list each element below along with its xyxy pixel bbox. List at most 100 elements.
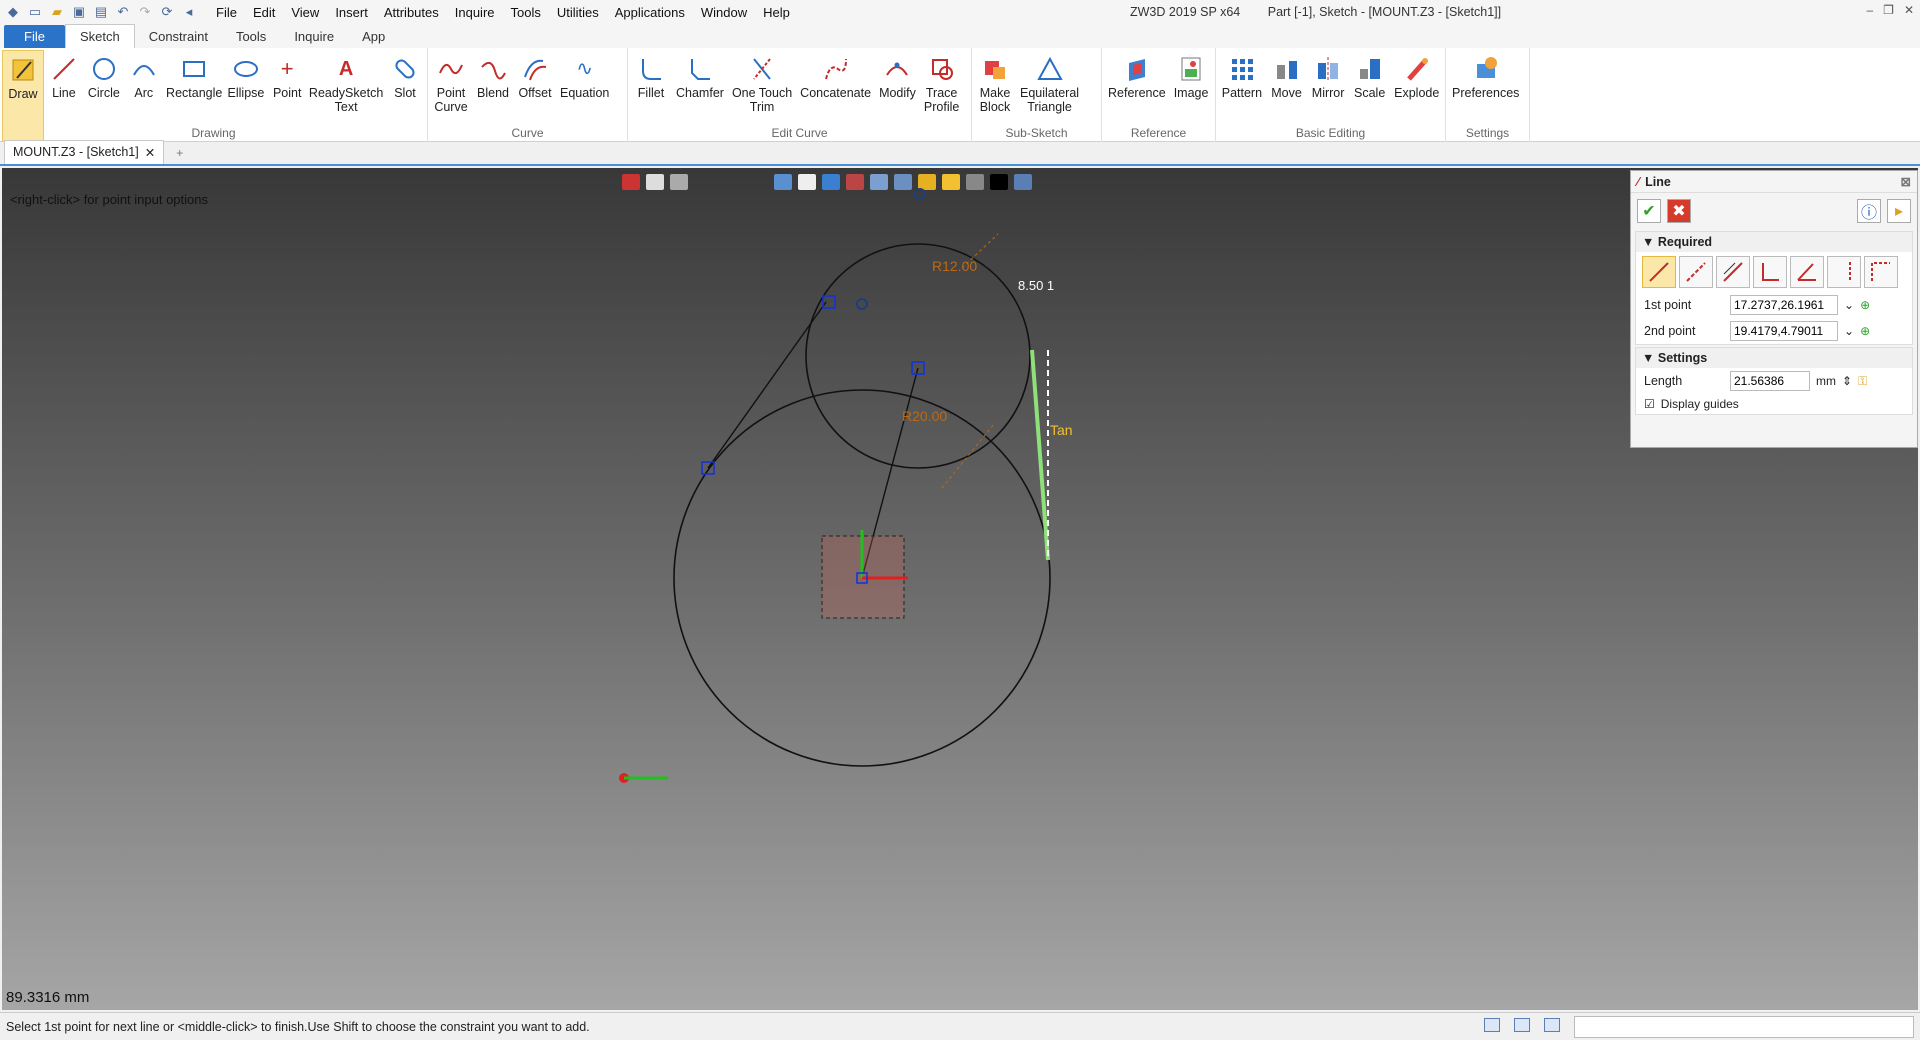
status-message: Select 1st point for next line or <middl… [6,1019,590,1034]
group-label-sub-sketch: Sub-Sketch [1005,126,1068,140]
small-circle[interactable] [805,243,1031,469]
midpoint-line-icon[interactable] [1679,256,1713,288]
ribbon-tabs: File Sketch Constraint Tools Inquire App [0,24,1920,48]
slot-icon [388,52,422,86]
group-label-edit-curve: Edit Curve [771,126,828,140]
group-settings: Preferences Settings [1446,48,1530,142]
tab-inquire[interactable]: Inquire [280,25,348,48]
app-logo-icon[interactable]: ◆ [4,3,22,21]
status-layout-icon[interactable] [1484,1018,1500,1032]
menu-edit[interactable]: Edit [245,5,283,20]
first-point-label: 1st point [1644,298,1692,312]
restore-icon[interactable]: ❐ [1883,3,1894,17]
command-input-box[interactable] [1574,1016,1914,1038]
perpendicular-line-icon[interactable] [1753,256,1787,288]
line-type-options [1636,252,1912,292]
group-curve: Point Curve Blend Offset ∿ Equation Curve [428,48,628,142]
scale-icon [1353,52,1387,86]
menu-window[interactable]: Window [693,5,755,20]
dimension-r20[interactable]: R20.00 [902,408,947,424]
first-point-input[interactable] [1730,295,1838,315]
close-tab-icon[interactable]: ✕ [145,145,155,160]
info-icon[interactable]: ⓘ [1857,199,1881,223]
open-folder-icon[interactable]: ▰ [48,3,66,21]
small-circle-center-icon [914,188,926,200]
save-icon[interactable]: ▣ [70,3,88,21]
second-point-input[interactable] [1730,321,1838,341]
length-unit: mm [1816,374,1836,388]
dimension-r12[interactable]: R12.00 [932,258,977,274]
tab-app[interactable]: App [348,25,399,48]
menu-help[interactable]: Help [755,5,798,20]
refresh-icon[interactable]: ⟳ [158,3,176,21]
status-window-icon[interactable] [1544,1018,1560,1032]
expand-panel-icon[interactable]: ▸ [1887,199,1911,223]
pencil-icon [6,53,40,87]
menu-insert[interactable]: Insert [327,5,376,20]
line-preview [1030,349,1050,561]
parallel-line-icon[interactable] [1716,256,1750,288]
print-icon[interactable]: ▤ [92,3,110,21]
group-label-curve: Curve [511,126,544,140]
minimize-icon[interactable]: – [1866,3,1873,17]
length-row: Length mm ⇕ ⚿ [1636,368,1912,394]
menu-inquire[interactable]: Inquire [447,5,503,20]
tangent-line-icon[interactable] [1864,256,1898,288]
group-basic-editing: Pattern Move Mirror Scale Explode Basic … [1216,48,1446,142]
status-screen-icon[interactable] [1514,1018,1530,1032]
title-bar: ◆ ▭ ▰ ▣ ▤ ↶ ↷ ⟳ ◂ File Edit View Insert … [0,0,1920,24]
large-circle-center-icon [856,298,868,310]
blend-icon [476,52,510,86]
new-file-icon[interactable]: ▭ [26,3,44,21]
concatenate-icon [819,52,853,86]
trim-icon [745,52,779,86]
line-command-panel: ⁄ Line ⊠ ✔ ✖ ⓘ ▸ ▼ Required 1st point ⌄ … [1630,170,1918,448]
menu-utilities[interactable]: Utilities [549,5,607,20]
settings-header[interactable]: ▼ Settings [1636,348,1912,368]
two-point-line-icon[interactable] [1642,256,1676,288]
move-icon [1270,52,1304,86]
display-guides-checkbox[interactable]: ☑ [1644,397,1655,411]
ribbon: Draw Line Circle Arc Rectangle Ellipse +… [0,48,1920,142]
tab-constraint[interactable]: Constraint [135,25,222,48]
first-point-pick-icon[interactable]: ⊕ [1860,298,1870,312]
required-header[interactable]: ▼ Required [1636,232,1912,252]
display-guides-row: ☑ Display guides [1636,394,1912,414]
tab-tools[interactable]: Tools [222,25,280,48]
tab-file[interactable]: File [4,25,65,48]
explode-icon [1400,52,1434,86]
make-block-icon [978,52,1012,86]
menu-attributes[interactable]: Attributes [376,5,447,20]
back-arrow-icon[interactable]: ◂ [180,3,198,21]
second-point-pick-icon[interactable]: ⊕ [1860,324,1870,338]
menu-file[interactable]: File [208,5,245,20]
pattern-icon [1225,52,1259,86]
redo-icon[interactable]: ↷ [136,3,154,21]
text-icon: A [338,58,354,80]
doc-tab-label: MOUNT.Z3 - [Sketch1] [13,145,139,159]
first-point-dropdown-icon[interactable]: ⌄ [1844,298,1854,312]
menu-view[interactable]: View [283,5,327,20]
window-controls: – ❐ ✕ [1866,3,1914,17]
lock-icon[interactable]: ⚿ [1858,374,1867,389]
ok-button[interactable]: ✔ [1637,199,1661,223]
menu-applications[interactable]: Applications [607,5,693,20]
second-point-dropdown-icon[interactable]: ⌄ [1844,324,1854,338]
length-spinner-icon[interactable]: ⇕ [1842,374,1852,388]
tangent-line[interactable] [707,301,827,469]
length-input[interactable] [1730,371,1810,391]
undo-icon[interactable]: ↶ [114,3,132,21]
add-tab-icon[interactable]: + [172,142,187,164]
cancel-button[interactable]: ✖ [1667,199,1691,223]
tangent-point-top[interactable] [822,295,836,309]
menu-tools[interactable]: Tools [503,5,549,20]
group-label-settings: Settings [1465,126,1510,140]
doc-tab-mount[interactable]: MOUNT.Z3 - [Sketch1] ✕ [4,140,165,164]
tab-sketch[interactable]: Sketch [64,24,135,48]
panel-close-icon[interactable]: ⊠ [1901,174,1911,189]
bisector-line-icon[interactable] [1827,256,1861,288]
required-label: Required [1657,235,1713,249]
first-point-row: 1st point ⌄ ⊕ [1636,292,1912,318]
angle-line-icon[interactable] [1790,256,1824,288]
close-icon[interactable]: ✕ [1904,3,1914,17]
